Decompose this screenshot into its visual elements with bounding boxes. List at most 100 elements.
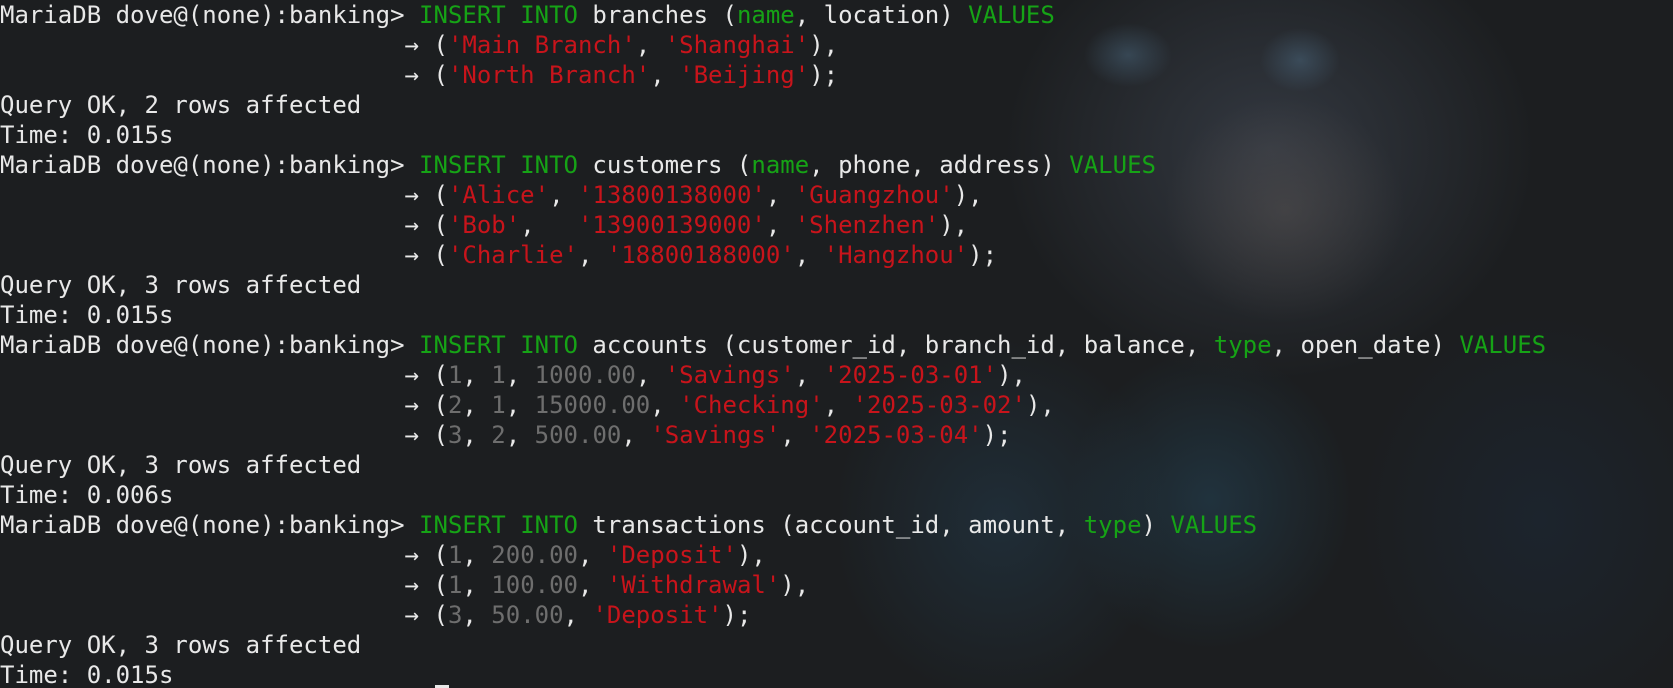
sql-keyword: type [1213, 331, 1272, 359]
sql-continuation-line: → (3, 50.00, 'Deposit'); [0, 600, 1546, 630]
terminal-window[interactable]: MariaDB dove@(none):banking> INSERT INTO… [0, 0, 1673, 688]
sql-keyword: type [1083, 511, 1142, 539]
sql-text: ); [982, 421, 1012, 449]
sql-text: , [549, 181, 578, 209]
sql-number-literal: 1 [491, 391, 506, 419]
sql-text: , [563, 601, 593, 629]
sql-text: ), [953, 181, 983, 209]
continuation-arrow: → [0, 211, 434, 239]
sql-continuation-line: → (1, 200.00, 'Deposit'), [0, 540, 1546, 570]
sql-keyword: INTO [520, 1, 578, 29]
sql-text: ( [433, 571, 448, 599]
sql-text: , open_date) [1271, 331, 1460, 359]
sql-number-literal: 100.00 [491, 571, 578, 599]
query-result-line: Query OK, 3 rows affected [0, 630, 1546, 660]
sql-string-literal: 'Withdrawal' [606, 571, 781, 599]
sql-text: ); [722, 601, 752, 629]
sql-string-literal: '2025-03-02' [852, 391, 1026, 419]
continuation-arrow: → [0, 61, 434, 89]
sql-text: , [794, 241, 824, 269]
sql-text: transactions (account_id, amount, [577, 511, 1084, 539]
sql-continuation-line: → (2, 1, 15000.00, 'Checking', '2025-03-… [0, 390, 1546, 420]
sql-string-literal: 'Main Branch' [447, 31, 636, 59]
sql-number-literal: 3 [447, 421, 463, 449]
sql-string-literal: 'Checking' [679, 391, 824, 419]
query-result-text: Query OK, 3 rows affected [0, 451, 362, 479]
continuation-arrow: → [0, 391, 434, 419]
continuation-arrow: → [0, 571, 434, 599]
sql-text: ), [1025, 391, 1055, 419]
sql-keyword: INSERT [419, 151, 506, 179]
sql-number-literal: 1000.00 [534, 361, 636, 389]
continuation-arrow: → [0, 241, 434, 269]
sql-text: ( [433, 61, 448, 89]
sql-string-literal: 'Deposit' [592, 601, 723, 629]
query-time-text: Time: 0.015s [0, 121, 174, 149]
continuation-arrow: → [0, 541, 434, 569]
sql-text: , [780, 421, 810, 449]
sql-number-literal: 2 [491, 421, 506, 449]
sql-text: , [462, 601, 492, 629]
sql-statement-line: MariaDB dove@(none):banking> INSERT INTO… [0, 150, 1546, 180]
query-result-line: Query OK, 2 rows affected [0, 90, 1546, 120]
sql-string-literal: 'Hangzhou' [823, 241, 969, 269]
continuation-arrow: → [0, 181, 434, 209]
sql-number-literal: 1 [447, 361, 463, 389]
sql-number-literal: 1 [491, 361, 506, 389]
sql-text: ( [433, 181, 448, 209]
sql-continuation-line: → (1, 100.00, 'Withdrawal'), [0, 570, 1546, 600]
sql-text: , [621, 421, 651, 449]
query-time-text: Time: 0.015s [0, 661, 174, 688]
query-result-text: Query OK, 3 rows affected [0, 631, 362, 659]
shell-prompt: MariaDB dove@(none):banking> [0, 331, 420, 359]
query-result-line: Query OK, 3 rows affected [0, 270, 1546, 300]
sql-string-literal: 'Savings' [664, 361, 795, 389]
sql-number-literal: 50.00 [491, 601, 564, 629]
sql-text: , [765, 211, 795, 239]
query-time-line: Time: 0.006s [0, 480, 1546, 510]
sql-text: ), [780, 571, 810, 599]
sql-keyword: VALUES [968, 1, 1055, 29]
sql-text: ); [968, 241, 998, 269]
sql-string-literal: '13800138000' [578, 181, 766, 209]
sql-number-literal: 1 [447, 541, 463, 569]
sql-text: ( [433, 421, 448, 449]
sql-number-literal: 1 [447, 571, 463, 599]
sql-continuation-line: → (3, 2, 500.00, 'Savings', '2025-03-04'… [0, 420, 1546, 450]
sql-statement-line: MariaDB dove@(none):banking> INSERT INTO… [0, 510, 1546, 540]
shell-prompt: MariaDB dove@(none):banking> [0, 511, 420, 539]
sql-keyword: INSERT [419, 1, 506, 29]
sql-text: , [650, 391, 680, 419]
sql-text: , [462, 391, 492, 419]
sql-keyword: VALUES [1069, 151, 1156, 179]
sql-keyword: INSERT [419, 331, 506, 359]
sql-continuation-line: → ('Bob', '13900139000', 'Shenzhen'), [0, 210, 1546, 240]
sql-string-literal: 'Shenzhen' [794, 211, 940, 239]
sql-continuation-line: → ('Main Branch', 'Shanghai'), [0, 30, 1546, 60]
sql-string-literal: '18800188000' [606, 241, 795, 269]
sql-text: ), [939, 211, 969, 239]
sql-string-literal: 'Savings' [650, 421, 781, 449]
continuation-arrow: → [0, 31, 434, 59]
sql-string-literal: 'North Branch' [447, 61, 651, 89]
sql-continuation-line: → ('North Branch', 'Beijing'); [0, 60, 1546, 90]
sql-text: ( [433, 211, 448, 239]
sql-text: , [578, 541, 607, 569]
terminal-output: MariaDB dove@(none):banking> INSERT INTO… [0, 0, 1546, 688]
sql-text: , [823, 391, 853, 419]
query-result-text: Query OK, 3 rows affected [0, 271, 362, 299]
sql-text: ); [809, 61, 839, 89]
sql-text: , [462, 361, 492, 389]
sql-keyword: VALUES [1170, 511, 1258, 539]
sql-keyword: INTO [520, 331, 578, 359]
sql-text: ( [433, 361, 448, 389]
continuation-arrow: → [0, 421, 434, 449]
sql-text: ) [1141, 511, 1171, 539]
sql-text: ( [433, 601, 448, 629]
sql-text: , location) [794, 1, 969, 29]
sql-keyword: INTO [520, 151, 578, 179]
sql-string-literal: 'Charlie' [447, 241, 578, 269]
